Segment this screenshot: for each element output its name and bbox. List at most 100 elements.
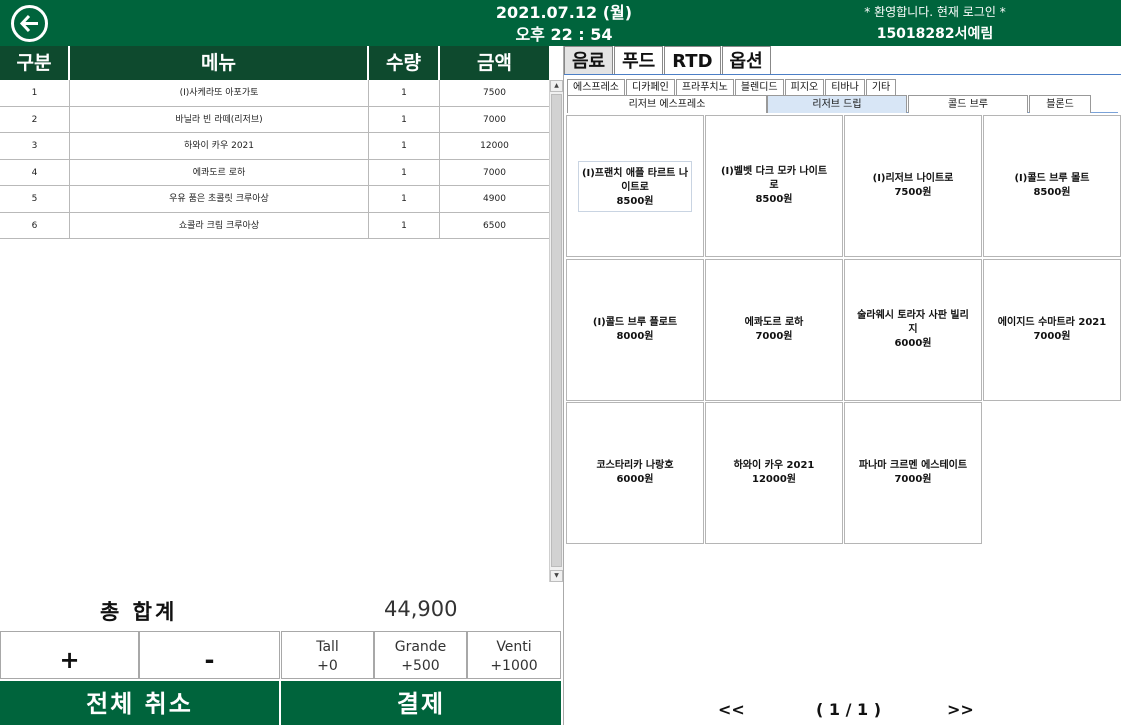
back-button[interactable] <box>11 5 48 42</box>
size-grande-button[interactable]: Grande +500 <box>374 631 467 679</box>
row-qty: 1 <box>369 186 440 212</box>
tab-option[interactable]: 옵션 <box>721 46 771 75</box>
welcome-text: * 환영합니다. 현재 로그인 * <box>864 5 1006 19</box>
table-row[interactable]: 1 (I)사케라또 아포가토 1 7500 <box>0 80 549 107</box>
menu-item-price: 8500원 <box>616 195 654 207</box>
tab-blonde[interactable]: 블론드 <box>1029 95 1091 113</box>
row-menu: 쇼콜라 크림 크루아상 <box>70 212 369 238</box>
row-qty: 1 <box>369 133 440 159</box>
order-table: 1 (I)사케라또 아포가토 1 7500 2 바닐라 빈 라떼(리저브) 1 … <box>0 80 549 239</box>
row-qty: 1 <box>369 106 440 132</box>
column-header-menu: 메뉴 <box>70 46 369 80</box>
category-tabs: 음료 푸드 RTD 옵션 <box>564 46 772 75</box>
size-price: +0 <box>317 658 338 674</box>
menu-item-price: 8500원 <box>755 194 793 205</box>
menu-item[interactable]: 하와이 카우 2021 12000원 <box>705 402 843 544</box>
total-label: 총 합계 <box>100 600 178 624</box>
time-text: 오후 22 : 54 <box>515 25 613 44</box>
pay-button[interactable]: 결제 <box>281 681 561 725</box>
tab-espresso[interactable]: 에스프레소 <box>567 79 625 95</box>
menu-item-price: 8500원 <box>1033 187 1071 198</box>
tab-drink[interactable]: 음료 <box>564 46 614 75</box>
user-id-text: 15018282서예림 <box>876 26 994 42</box>
cancel-all-button[interactable]: 전체 취소 <box>0 681 279 725</box>
order-table-header: 구분 메뉴 수량 금액 <box>0 46 549 80</box>
menu-item-price: 7000원 <box>1033 331 1071 342</box>
menu-item[interactable]: (I)프랜치 애플 타르트 나이트로 8500원 <box>566 115 704 257</box>
menu-item-name: (I)벨벳 다크 모카 나이트로 <box>720 166 828 191</box>
table-row[interactable]: 3 하와이 카우 2021 1 12000 <box>0 133 549 160</box>
tab-cold-brew[interactable]: 콜드 브루 <box>908 95 1028 113</box>
menu-item-name: (I)콜드 브루 플로트 <box>592 317 678 328</box>
row-qty: 1 <box>369 80 440 106</box>
menu-item[interactable]: 에콰도르 로하 7000원 <box>705 259 843 401</box>
menu-item[interactable]: (I)콜드 브루 몰트 8500원 <box>983 115 1121 257</box>
menu-item-price: 6000원 <box>616 474 654 485</box>
row-menu: 에콰도르 로하 <box>70 159 369 185</box>
row-no: 2 <box>0 106 70 132</box>
row-no: 6 <box>0 212 70 238</box>
size-price: +500 <box>401 658 440 674</box>
table-row[interactable]: 2 바닐라 빈 라떼(리저브) 1 7000 <box>0 106 549 133</box>
order-scrollbar[interactable]: ▲ ▼ <box>549 80 563 582</box>
size-name: Tall <box>316 639 339 655</box>
tab-reserve-drip[interactable]: 리저브 드립 <box>767 95 907 113</box>
menu-item-price: 6000원 <box>894 338 932 349</box>
size-name: Venti <box>496 639 532 655</box>
increase-qty-button[interactable]: + <box>0 631 139 679</box>
menu-item-price: 8000원 <box>616 331 654 342</box>
menu-item-name: 파나마 크르멘 에스테이트 <box>858 460 968 471</box>
size-venti-button[interactable]: Venti +1000 <box>467 631 561 679</box>
menu-item-name: 술라웨시 토라자 사판 빌리지 <box>857 310 969 335</box>
header-bar: 2021.07.12 (월) 오후 22 : 54 * 환영합니다. 현재 로그… <box>0 0 1121 46</box>
next-page-button[interactable]: >> <box>947 700 974 720</box>
category-divider <box>564 74 1121 75</box>
tab-teavana[interactable]: 티바나 <box>825 79 865 95</box>
scroll-thumb[interactable] <box>551 94 562 567</box>
menu-item-name: (I)프랜치 애플 타르트 나이트로 <box>581 167 689 193</box>
tab-fizzio[interactable]: 피지오 <box>784 79 825 95</box>
row-menu: (I)사케라또 아포가토 <box>70 80 369 106</box>
date-text: 2021.07.12 (월) <box>495 3 633 22</box>
tab-decaf[interactable]: 디카페인 <box>626 79 675 95</box>
row-no: 5 <box>0 186 70 212</box>
scroll-down-arrow-icon[interactable]: ▼ <box>550 570 563 582</box>
menu-item-price: 7500원 <box>894 187 932 198</box>
tab-blended[interactable]: 블렌디드 <box>734 79 784 95</box>
menu-item[interactable]: (I)리저브 나이트로 7500원 <box>844 115 982 257</box>
tab-food[interactable]: 푸드 <box>614 46 664 75</box>
reserve-tabs: 리저브 에스프레소 리저브 드립 콜드 브루 블론드 <box>567 95 1118 113</box>
menu-item[interactable]: 술라웨시 토라자 사판 빌리지 6000원 <box>844 259 982 401</box>
table-row[interactable]: 5 우유 품은 초콜릿 크루아상 1 4900 <box>0 186 549 213</box>
column-header-price: 금액 <box>477 52 512 74</box>
tab-etc[interactable]: 기타 <box>865 79 897 95</box>
table-row[interactable]: 4 에콰도르 로하 1 7000 <box>0 159 549 186</box>
table-row[interactable]: 6 쇼콜라 크림 크루아상 1 6500 <box>0 212 549 239</box>
column-header-qty: 수량 <box>369 46 440 80</box>
prev-page-button[interactable]: << <box>718 700 745 720</box>
tab-frappuccino[interactable]: 프라푸치노 <box>675 79 734 95</box>
page-indicator: ( 1 / 1 ) <box>816 700 882 719</box>
menu-item[interactable]: 에이지드 수마트라 2021 7000원 <box>983 259 1121 401</box>
column-header-no: 구분 <box>0 46 70 80</box>
tab-reserve-espresso[interactable]: 리저브 에스프레소 <box>567 95 767 113</box>
row-qty: 1 <box>369 159 440 185</box>
arrow-left-icon <box>19 14 38 33</box>
menu-item[interactable]: (I)콜드 브루 플로트 8000원 <box>566 259 704 401</box>
menu-item[interactable]: 코스타리카 나랑호 6000원 <box>566 402 704 544</box>
subcategory-tabs: 에스프레소 디카페인 프라푸치노 블렌디드 피지오 티바나 기타 <box>567 79 897 95</box>
row-price: 7000 <box>483 167 506 178</box>
scroll-up-arrow-icon[interactable]: ▲ <box>550 80 563 92</box>
size-tall-button[interactable]: Tall +0 <box>281 631 374 679</box>
tab-rtd[interactable]: RTD <box>664 46 721 75</box>
menu-item-price: 12000원 <box>752 474 796 485</box>
menu-grid: (I)프랜치 애플 타르트 나이트로 8500원 (I)벨벳 다크 모카 나이트로… <box>566 115 1121 548</box>
size-name: Grande <box>394 639 447 655</box>
row-menu: 바닐라 빈 라떼(리저브) <box>70 106 369 132</box>
menu-item[interactable]: 파나마 크르멘 에스테이트 7000원 <box>844 402 982 544</box>
menu-item[interactable]: (I)벨벳 다크 모카 나이트로 8500원 <box>705 115 843 257</box>
total-value: 44,900 <box>384 597 458 621</box>
row-no: 1 <box>0 80 70 106</box>
row-price: 12000 <box>480 141 509 151</box>
decrease-qty-button[interactable]: - <box>139 631 280 679</box>
